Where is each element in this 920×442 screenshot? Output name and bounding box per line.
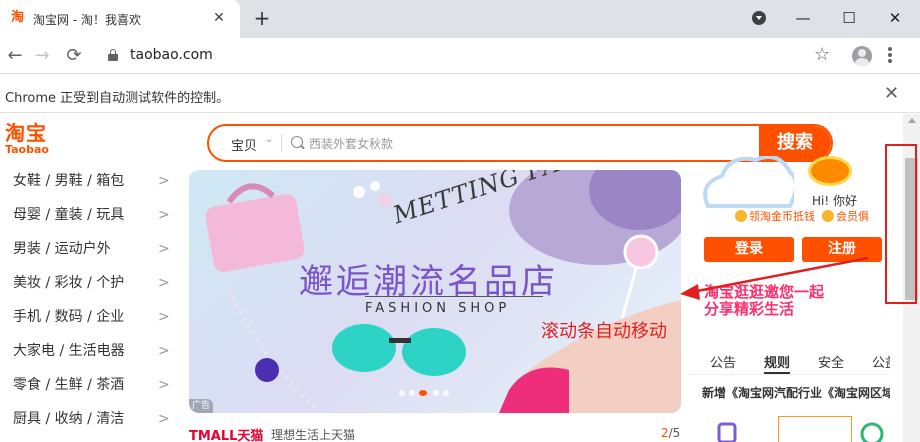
window-close-button[interactable]: ✕ (872, 0, 918, 38)
annotation-highlight-box (885, 144, 917, 304)
tab-close-icon[interactable]: ✕ (210, 9, 228, 27)
scroll-up-arrow-icon[interactable] (908, 118, 916, 123)
back-button[interactable]: ← (3, 44, 27, 68)
tab-search-icon[interactable] (752, 11, 766, 25)
taobao-favicon-icon: 淘 (11, 10, 25, 25)
infobar-text: Chrome 正受到自动测试软件的控制。 (5, 91, 230, 106)
reload-button[interactable]: ⟳ (62, 44, 86, 68)
address-bar[interactable]: taobao.com (130, 47, 213, 63)
profile-avatar[interactable] (852, 46, 872, 66)
minimize-button[interactable]: — (780, 0, 826, 38)
automation-infobar: Chrome 正受到自动测试软件的控制。 ✕ (0, 75, 920, 113)
browser-menu-icon[interactable] (884, 45, 896, 67)
bookmark-star-icon[interactable]: ☆ (814, 44, 830, 65)
new-tab-button[interactable]: + (250, 6, 274, 30)
infobar-close-icon[interactable]: ✕ (884, 83, 899, 104)
lock-icon[interactable] (108, 49, 118, 61)
tab-strip: 淘 淘宝网 - 淘！我喜欢 ✕ + — ☐ ✕ (0, 0, 920, 38)
taobao-page: 淘宝 Taobao 宝贝 ⌄ 搜索 女鞋 / 男鞋 / 箱包> 母婴 / 童装 … (0, 114, 920, 442)
browser-tab[interactable]: 淘 淘宝网 - 淘！我喜欢 ✕ (0, 0, 240, 38)
annotation-arrow (680, 256, 869, 300)
forward-button[interactable]: → (30, 44, 54, 68)
annotation-text: 滚动条自动移动 (541, 321, 667, 342)
tab-title: 淘宝网 - 淘！我喜欢 (33, 13, 141, 27)
maximize-button[interactable]: ☐ (826, 0, 872, 38)
browser-toolbar: ← → ⟳ taobao.com ☆ (0, 38, 920, 74)
